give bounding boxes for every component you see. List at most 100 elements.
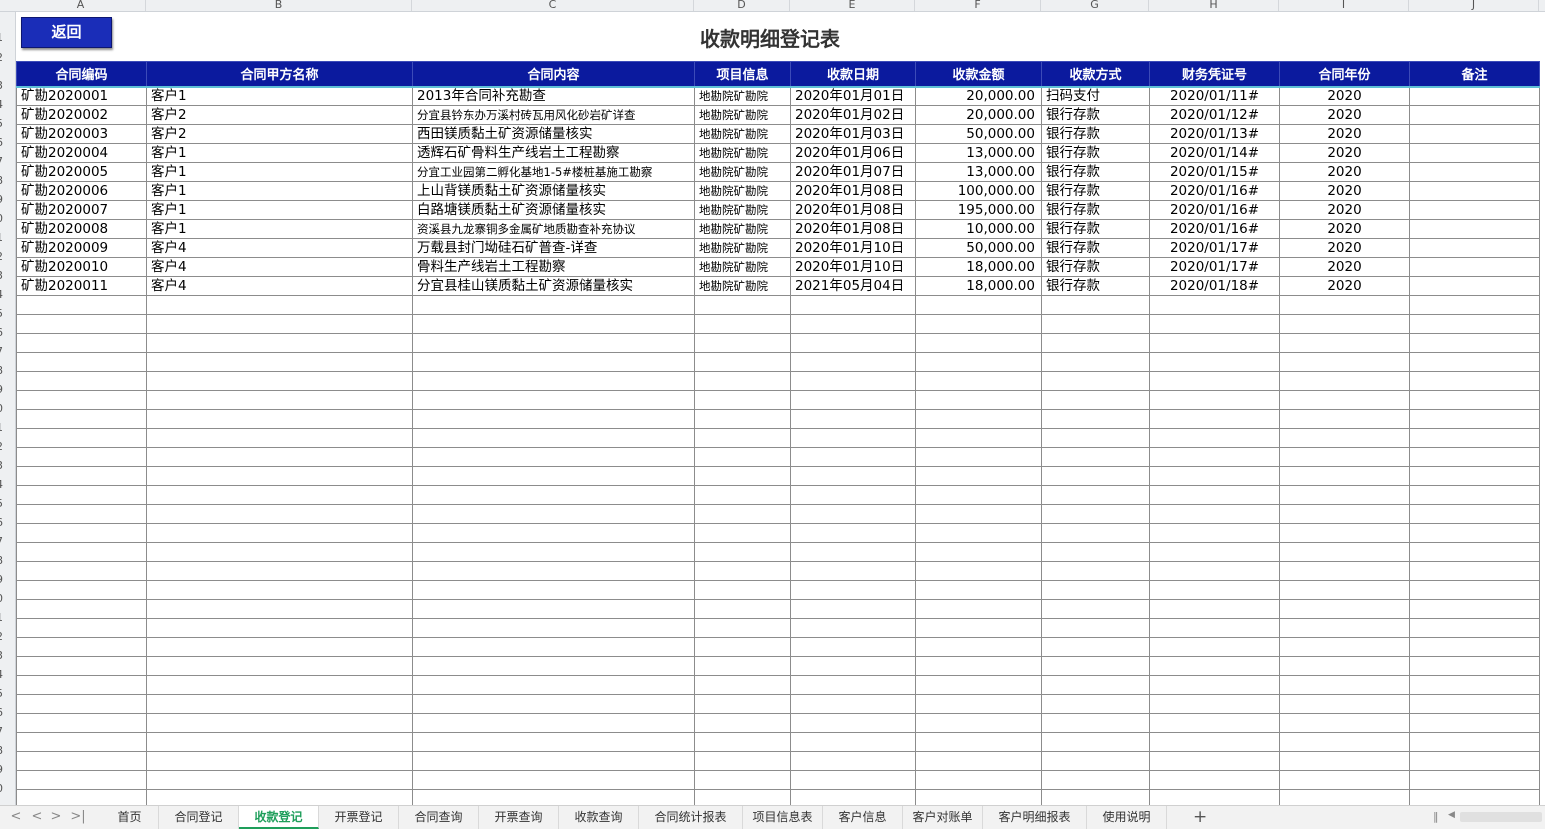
row-number[interactable]: 5 (0, 494, 15, 513)
table-cell[interactable]: 客户4 (146, 257, 413, 277)
table-cell[interactable]: 矿勘2020002 (16, 105, 147, 125)
table-cell[interactable] (694, 732, 791, 752)
table-cell[interactable] (412, 352, 695, 372)
table-cell[interactable]: 2020年01月07日 (790, 162, 916, 182)
table-cell[interactable]: 2020年01月10日 (790, 238, 916, 258)
table-cell[interactable] (1149, 409, 1280, 429)
row-number[interactable]: 5 (0, 684, 15, 703)
table-cell[interactable]: 银行存款 (1041, 143, 1150, 163)
row-number[interactable]: 3 (0, 456, 15, 475)
first-sheet-icon[interactable]: < (6, 809, 26, 824)
table-cell[interactable] (1409, 162, 1540, 182)
back-button[interactable]: 返回 (21, 17, 112, 48)
table-cell[interactable] (146, 770, 413, 790)
table-cell[interactable] (412, 713, 695, 733)
table-cell[interactable]: 2020年01月08日 (790, 219, 916, 239)
table-cell[interactable]: 银行存款 (1041, 219, 1150, 239)
table-cell[interactable] (790, 371, 916, 391)
horizontal-scrollbar[interactable] (1460, 812, 1542, 822)
row-number[interactable]: 6 (0, 323, 15, 342)
table-cell[interactable] (1149, 618, 1280, 638)
table-cell[interactable] (1279, 485, 1410, 505)
table-cell[interactable] (16, 447, 147, 467)
table-cell[interactable] (1041, 352, 1150, 372)
table-cell[interactable] (146, 599, 413, 619)
table-cell[interactable]: 银行存款 (1041, 105, 1150, 125)
table-cell[interactable]: 矿勘2020006 (16, 181, 147, 201)
table-cell[interactable] (694, 618, 791, 638)
table-cell[interactable] (915, 504, 1042, 524)
sheet-tab[interactable]: 合同统计报表 (639, 806, 743, 829)
table-cell[interactable] (915, 390, 1042, 410)
add-sheet-icon[interactable]: + (1193, 807, 1207, 827)
table-cell[interactable]: 矿勘2020011 (16, 276, 147, 296)
column-letter[interactable]: G (1041, 0, 1149, 11)
table-cell[interactable] (790, 485, 916, 505)
row-number[interactable]: 5 (0, 304, 15, 323)
table-cell[interactable] (16, 637, 147, 657)
table-cell[interactable] (694, 504, 791, 524)
table-cell[interactable] (1149, 466, 1280, 486)
table-cell[interactable] (146, 637, 413, 657)
table-cell[interactable] (412, 770, 695, 790)
table-cell[interactable] (1149, 295, 1280, 315)
table-cell[interactable] (1041, 561, 1150, 581)
table-cell[interactable]: 矿勘2020009 (16, 238, 147, 258)
table-cell[interactable] (412, 732, 695, 752)
sheet-tab[interactable]: 首页 (101, 806, 159, 829)
row-number[interactable]: 1 (0, 418, 15, 437)
table-cell[interactable]: 2020年01月10日 (790, 257, 916, 277)
table-cell[interactable]: 银行存款 (1041, 276, 1150, 296)
table-cell[interactable] (1041, 675, 1150, 695)
table-cell[interactable] (694, 656, 791, 676)
table-cell[interactable]: 客户4 (146, 276, 413, 296)
row-number[interactable]: 9 (0, 760, 15, 779)
table-cell[interactable] (1149, 751, 1280, 771)
table-cell[interactable] (16, 770, 147, 790)
table-cell[interactable] (1409, 428, 1540, 448)
table-cell[interactable]: 2013年合同补充勘查 (412, 86, 695, 106)
table-cell[interactable]: 银行存款 (1041, 257, 1150, 277)
table-cell[interactable]: 矿勘2020004 (16, 143, 147, 163)
table-cell[interactable] (16, 504, 147, 524)
table-cell[interactable] (16, 732, 147, 752)
table-cell[interactable]: 地勘院矿勘院 (694, 257, 791, 277)
table-cell[interactable] (915, 371, 1042, 391)
column-header[interactable]: 合同甲方名称 (146, 61, 413, 88)
table-cell[interactable] (694, 352, 791, 372)
table-cell[interactable] (1279, 447, 1410, 467)
table-cell[interactable]: 地勘院矿勘院 (694, 124, 791, 144)
table-cell[interactable]: 2020/01/17# (1149, 257, 1280, 277)
row-number[interactable]: 1 (0, 608, 15, 627)
table-cell[interactable] (915, 675, 1042, 695)
table-cell[interactable] (694, 466, 791, 486)
table-cell[interactable] (790, 580, 916, 600)
table-cell[interactable] (146, 371, 413, 391)
table-cell[interactable] (915, 580, 1042, 600)
column-header[interactable]: 收款金额 (915, 61, 1042, 88)
table-cell[interactable] (1149, 770, 1280, 790)
table-cell[interactable] (1279, 409, 1410, 429)
table-cell[interactable] (694, 561, 791, 581)
table-cell[interactable] (1041, 656, 1150, 676)
table-cell[interactable]: 2020/01/18# (1149, 276, 1280, 296)
table-cell[interactable] (1409, 200, 1540, 220)
table-cell[interactable] (915, 694, 1042, 714)
table-cell[interactable] (915, 751, 1042, 771)
table-cell[interactable]: 2020 (1279, 86, 1410, 106)
table-cell[interactable] (694, 390, 791, 410)
table-cell[interactable] (1279, 637, 1410, 657)
table-cell[interactable] (1279, 713, 1410, 733)
table-cell[interactable]: 2020 (1279, 124, 1410, 144)
table-cell[interactable] (1041, 751, 1150, 771)
table-cell[interactable] (16, 523, 147, 543)
table-cell[interactable]: 客户1 (146, 86, 413, 106)
table-cell[interactable] (790, 770, 916, 790)
table-cell[interactable] (1409, 143, 1540, 163)
table-cell[interactable]: 50,000.00 (915, 124, 1042, 144)
table-cell[interactable] (1409, 618, 1540, 638)
table-cell[interactable]: 矿勘2020003 (16, 124, 147, 144)
column-header[interactable]: 项目信息 (694, 61, 791, 88)
table-cell[interactable] (1409, 409, 1540, 429)
table-cell[interactable] (915, 656, 1042, 676)
